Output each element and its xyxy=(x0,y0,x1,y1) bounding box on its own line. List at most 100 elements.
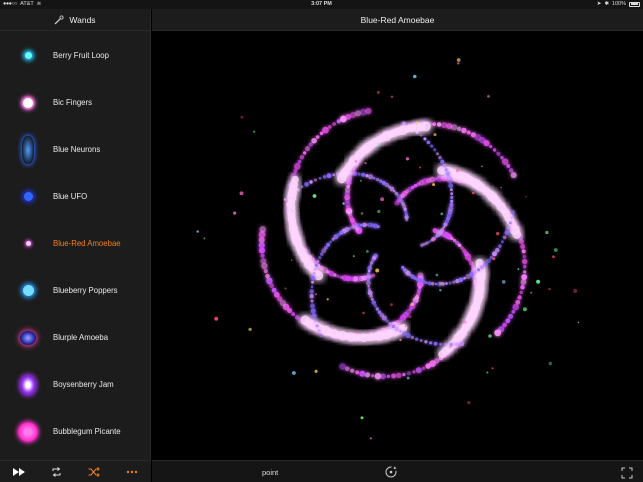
particle xyxy=(458,277,464,283)
particle xyxy=(233,211,237,215)
wand-thumbnail xyxy=(12,87,44,119)
particle xyxy=(402,372,406,377)
particle xyxy=(356,330,359,333)
more-button[interactable] xyxy=(123,465,141,479)
particle xyxy=(510,216,514,219)
particle xyxy=(375,307,379,311)
wand-thumbnail xyxy=(12,228,44,260)
particle xyxy=(512,230,522,239)
particle xyxy=(455,168,460,173)
particle xyxy=(459,341,465,347)
particle xyxy=(310,303,315,309)
particle xyxy=(425,363,431,369)
particle xyxy=(290,259,293,262)
shuffle-button[interactable] xyxy=(85,465,103,479)
wand-label: Blueberry Poppers xyxy=(53,286,118,295)
fullscreen-button[interactable] xyxy=(621,466,633,479)
particle xyxy=(297,159,302,164)
particle xyxy=(294,163,301,170)
particle xyxy=(359,179,362,182)
particle xyxy=(300,185,304,189)
particle xyxy=(318,176,322,180)
particle xyxy=(291,175,299,184)
particle xyxy=(367,269,371,273)
particle xyxy=(419,134,423,137)
particle xyxy=(320,252,324,256)
particle xyxy=(451,124,458,131)
particle xyxy=(342,202,345,205)
particle xyxy=(322,126,329,134)
particle xyxy=(492,257,496,261)
main-panel: Blue-Red Amoebae point xyxy=(152,9,643,482)
particle xyxy=(309,294,314,299)
particle xyxy=(415,367,422,374)
particle xyxy=(444,343,448,346)
particle xyxy=(260,257,267,264)
particle xyxy=(457,243,462,248)
particle xyxy=(483,261,488,267)
wand-item[interactable]: Blue UFO xyxy=(0,173,151,220)
particle xyxy=(517,295,522,300)
fast-forward-button[interactable] xyxy=(10,465,28,479)
particle xyxy=(260,253,265,258)
rotate-button[interactable] xyxy=(384,465,398,479)
wand-item[interactable]: Boysenberry Jam xyxy=(0,361,151,408)
particle xyxy=(439,288,442,292)
wand-item-selected[interactable]: Blue-Red Amoebae xyxy=(0,220,151,267)
particle xyxy=(498,244,502,248)
particle xyxy=(452,280,456,284)
particle xyxy=(522,307,527,312)
particle xyxy=(239,191,244,196)
particle xyxy=(386,374,391,379)
particle xyxy=(450,195,454,199)
particle xyxy=(502,235,507,240)
particle xyxy=(311,275,316,280)
status-bar: ●●●○○ AT&T ≋ 3:07 PM ➤ ✱ 100% xyxy=(0,0,643,9)
particle xyxy=(500,155,504,160)
particle xyxy=(258,242,265,249)
particle xyxy=(374,373,382,380)
particle xyxy=(302,151,307,155)
particle xyxy=(463,276,466,280)
wand-item[interactable]: Blurple Amoeba xyxy=(0,314,151,361)
wand-icon xyxy=(54,14,64,24)
particle xyxy=(548,361,552,366)
sidebar-header: Wands xyxy=(0,9,150,31)
wand-item[interactable]: Bic Fingers xyxy=(0,79,151,126)
wand-item[interactable]: Berry Fruit Loop xyxy=(0,32,151,79)
particle xyxy=(370,297,374,301)
particle xyxy=(339,275,344,279)
particle xyxy=(365,108,372,115)
particle xyxy=(481,165,483,168)
particle xyxy=(426,140,431,145)
particle xyxy=(309,180,313,184)
particle xyxy=(291,312,296,316)
particle xyxy=(311,280,314,284)
particle xyxy=(511,309,516,314)
particle xyxy=(380,197,385,202)
repeat-icon xyxy=(52,466,61,477)
particle xyxy=(434,282,438,286)
drawing-canvas[interactable] xyxy=(152,31,643,460)
particle xyxy=(430,144,434,148)
particle xyxy=(492,148,497,152)
wand-item[interactable]: Blueberry Poppers xyxy=(0,267,151,314)
particle xyxy=(433,133,437,137)
particle xyxy=(331,237,335,241)
wand-label: Blue Neurons xyxy=(53,145,101,154)
particle xyxy=(412,370,416,374)
particle xyxy=(284,287,287,290)
particle xyxy=(248,327,252,332)
particle xyxy=(548,287,551,291)
particle xyxy=(413,74,417,79)
particle xyxy=(375,177,380,182)
particle xyxy=(399,329,402,333)
wand-thumbnail xyxy=(12,416,44,448)
wand-item[interactable]: Blue Neurons xyxy=(0,126,151,173)
particle xyxy=(553,248,558,252)
particle xyxy=(347,176,353,182)
wand-item[interactable]: Bubblegum Picante xyxy=(0,408,151,455)
mode-button[interactable]: point xyxy=(262,468,278,477)
particle xyxy=(431,237,435,242)
repeat-button[interactable] xyxy=(48,465,66,479)
